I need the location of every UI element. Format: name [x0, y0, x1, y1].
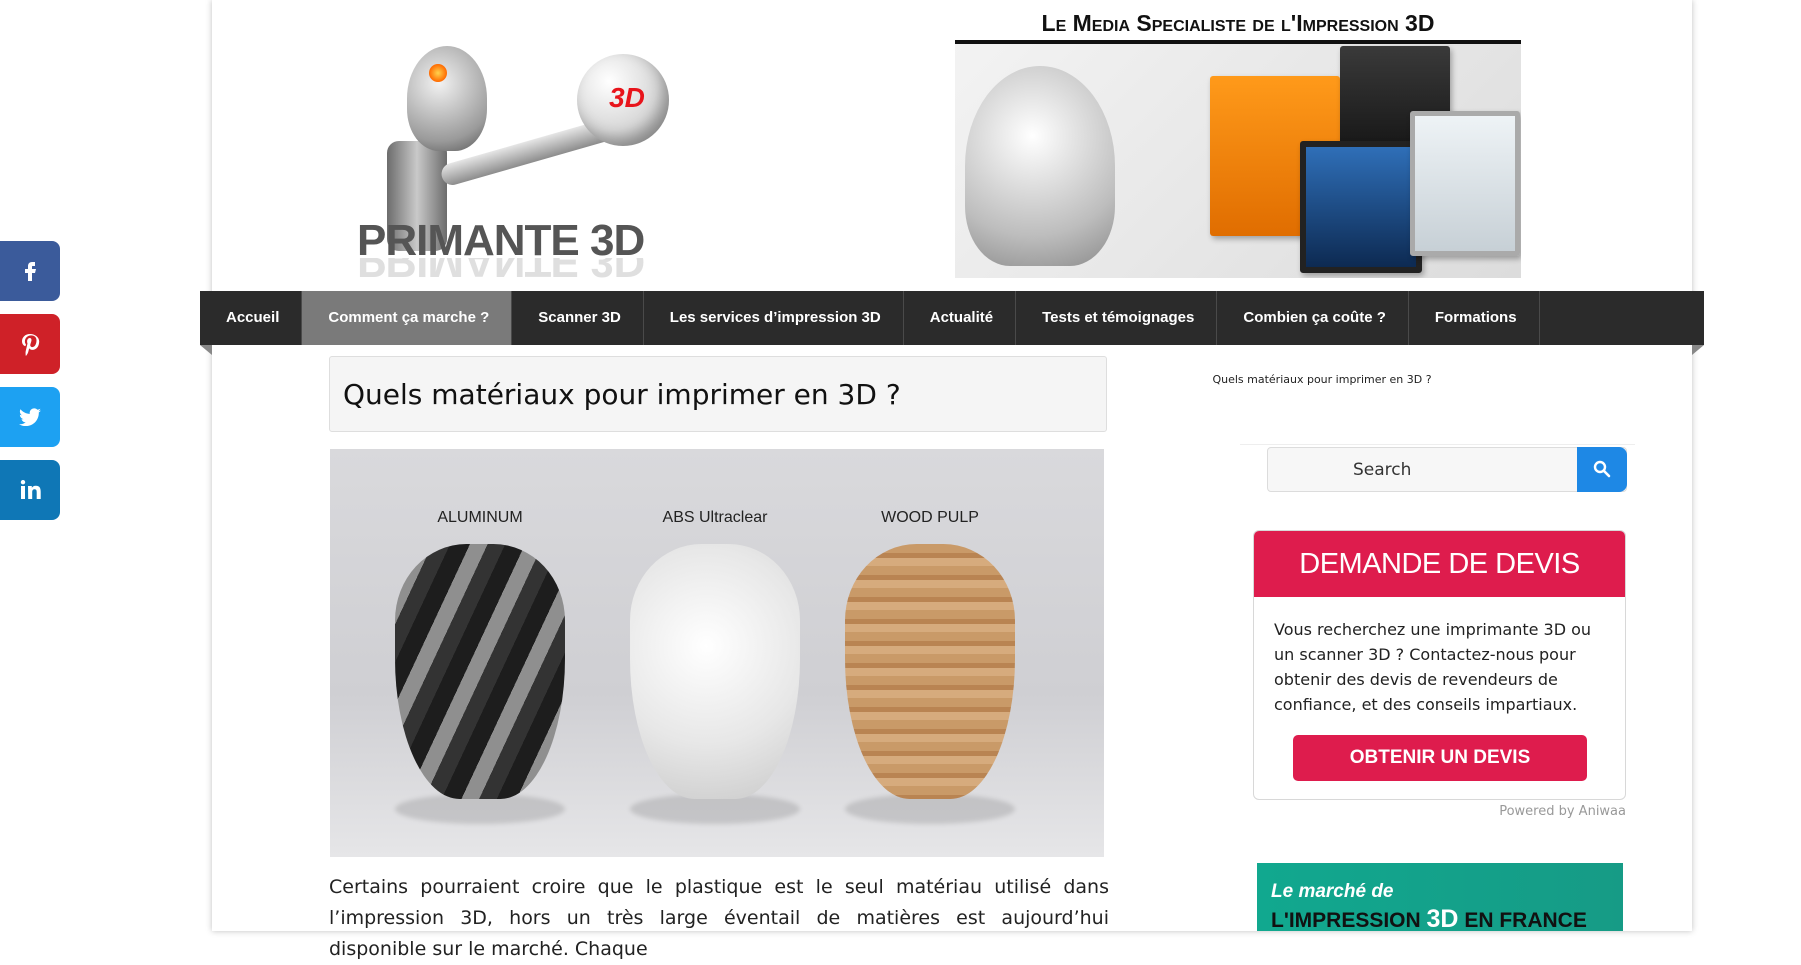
quote-heading: DEMANDE DE DEVIS — [1254, 531, 1625, 597]
page-container: 3D PRIMANTE 3D PRIMANTE 3D Le Media Spec… — [200, 0, 1704, 960]
search-icon — [1593, 460, 1611, 478]
pinterest-share-button[interactable] — [0, 314, 60, 374]
image-caption-aluminum: ALUMINUM — [437, 509, 523, 526]
site-header: 3D PRIMANTE 3D PRIMANTE 3D Le Media Spec… — [212, 0, 1692, 290]
search-button[interactable] — [1577, 447, 1627, 492]
quote-request-widget: DEMANDE DE DEVIS Vous recherchez une imp… — [1253, 530, 1626, 800]
vase-aluminum — [395, 544, 565, 799]
banner-printer-blue — [1300, 141, 1422, 273]
article-title-box: Quels matériaux pour imprimer en 3D ? — [329, 356, 1107, 432]
twitter-share-button[interactable] — [0, 387, 60, 447]
quote-description: Vous recherchez une imprimante 3D ou un … — [1274, 620, 1592, 714]
promo-line-2: L'IMPRESSION 3D EN FRANCE — [1271, 905, 1587, 931]
nav-item-services-impression[interactable]: Les services d’impression 3D — [644, 291, 904, 345]
banner-tagline: Le Media Specialiste de l'Impression 3D — [955, 6, 1521, 40]
twitter-icon — [19, 408, 41, 427]
main-navigation: Accueil Comment ça marche ? Scanner 3D L… — [200, 291, 1704, 345]
banner-printer-white — [1410, 111, 1520, 256]
banner-underline — [955, 40, 1521, 44]
nav-item-actualite[interactable]: Actualité — [904, 291, 1017, 345]
nav-item-tests-temoignages[interactable]: Tests et témoignages — [1016, 291, 1218, 345]
logo-orb-text: 3D — [609, 82, 645, 113]
article-hero-image: ALUMINUM ABS Ultraclear WOOD PULP — [330, 449, 1104, 857]
nav-item-comment-ca-marche[interactable]: Comment ça marche ? — [302, 291, 513, 345]
header-banner-ad[interactable]: Le Media Specialiste de l'Impression 3D — [955, 6, 1521, 278]
search-input[interactable] — [1268, 448, 1578, 491]
nav-item-formations[interactable]: Formations — [1409, 291, 1540, 345]
vase-wood — [845, 544, 1015, 799]
linkedin-share-button[interactable] — [0, 460, 60, 520]
article-title: Quels matériaux pour imprimer en 3D ? — [343, 378, 901, 411]
logo-robot-head — [407, 46, 487, 151]
banner-robot-bust — [965, 66, 1115, 266]
promo-line-2-highlight: 3D — [1426, 905, 1459, 931]
nav-item-combien-ca-coute[interactable]: Combien ça coûte ? — [1217, 291, 1409, 345]
nav-ribbon-corner-right — [1692, 345, 1704, 355]
site-logo[interactable]: 3D PRIMANTE 3D PRIMANTE 3D — [357, 36, 697, 286]
promo-line-2-prefix: L'IMPRESSION — [1271, 909, 1421, 931]
facebook-share-button[interactable] — [0, 241, 60, 301]
pinterest-icon — [22, 334, 40, 356]
image-caption-wood: WOOD PULP — [881, 509, 979, 526]
article-body-text: Certains pourraient croire que le plasti… — [329, 876, 1109, 960]
nav-item-accueil[interactable]: Accueil — [200, 291, 303, 345]
sidebar-divider — [1240, 444, 1635, 445]
facebook-icon — [25, 262, 36, 281]
sidebar-breadcrumb[interactable]: Quels matériaux pour imprimer en 3D ? — [1162, 373, 1482, 386]
promo-line-1: Le marché de — [1271, 881, 1394, 902]
vase-abs — [630, 544, 800, 799]
nav-ribbon-corner-left — [200, 345, 212, 355]
linkedin-icon — [20, 480, 41, 499]
promo-line-2-suffix: EN FRANCE — [1464, 909, 1587, 931]
logo-robot-eye — [429, 64, 447, 82]
logo-reflection: PRIMANTE 3D — [357, 258, 645, 286]
image-caption-abs: ABS Ultraclear — [662, 509, 768, 526]
nav-item-scanner-3d[interactable]: Scanner 3D — [512, 291, 644, 345]
get-quote-button[interactable]: OBTENIR UN DEVIS — [1293, 735, 1587, 781]
search-box — [1267, 447, 1627, 492]
powered-by-link[interactable]: Powered by Aniwaa — [1412, 804, 1626, 819]
market-promo-banner[interactable]: Le marché de L'IMPRESSION 3D EN FRANCE — [1257, 863, 1623, 931]
